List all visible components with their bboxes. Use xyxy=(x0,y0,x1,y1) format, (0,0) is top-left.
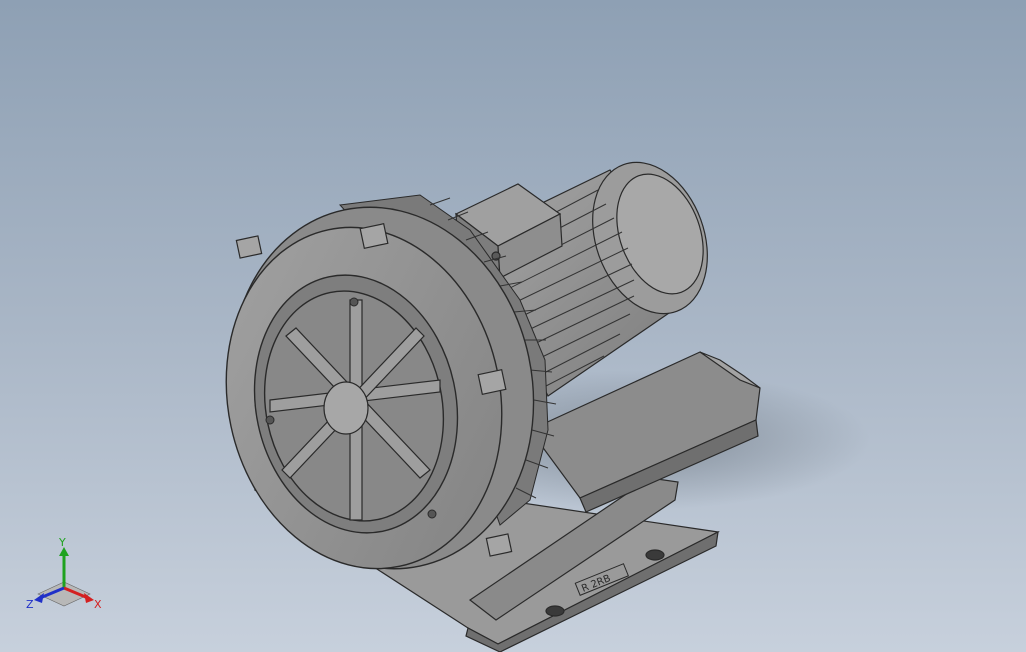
inlet-hub xyxy=(323,381,369,435)
z-axis-label: Z xyxy=(26,598,34,611)
x-axis-label: X xyxy=(94,598,102,611)
graphics-viewport[interactable]: R 2RB Y X Z xyxy=(0,0,1026,652)
view-triad[interactable]: Y X Z xyxy=(24,538,106,614)
y-axis-label: Y xyxy=(58,538,66,549)
blower-3d-model[interactable]: R 2RB xyxy=(0,0,1026,652)
